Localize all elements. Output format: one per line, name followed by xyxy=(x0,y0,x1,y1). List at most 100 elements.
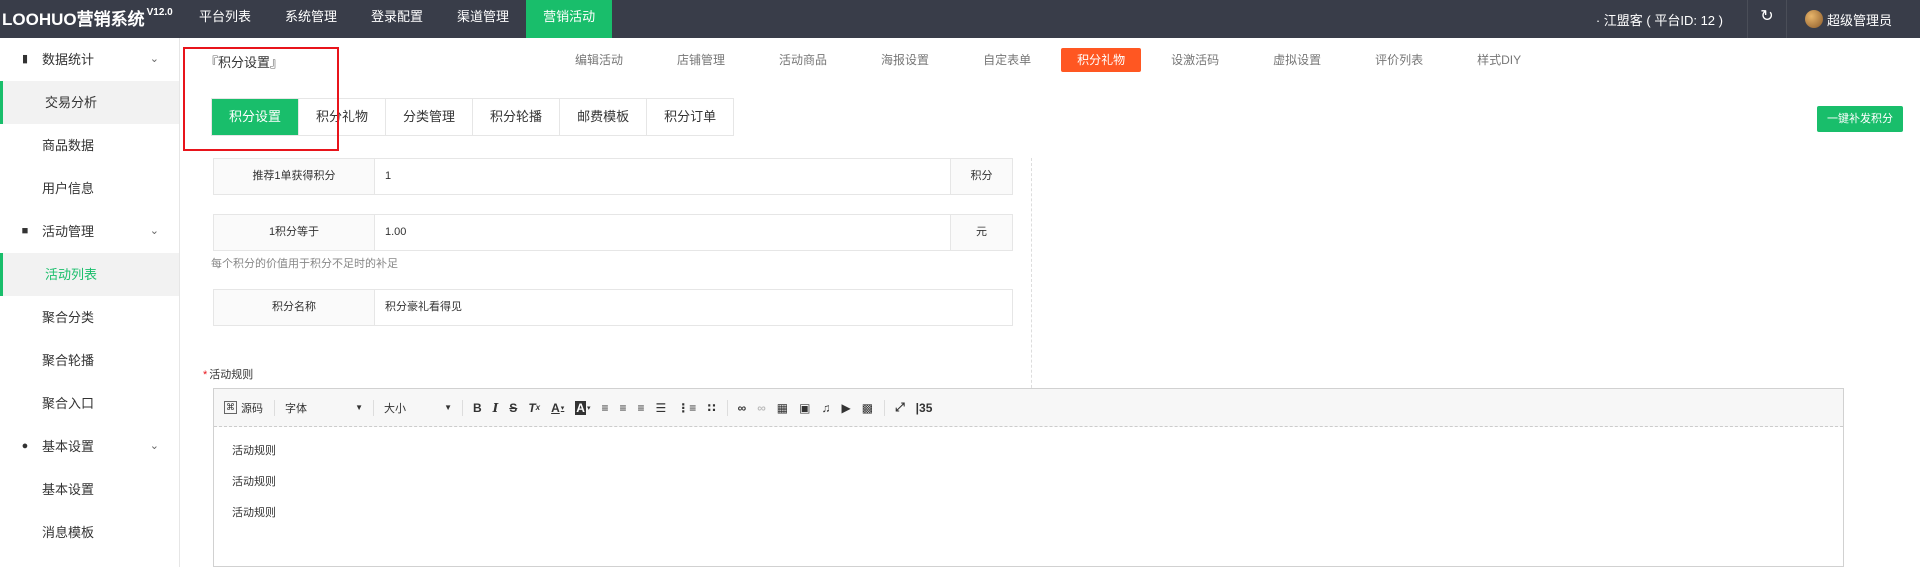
field-suffix: 元 xyxy=(950,215,1012,250)
sidebar-group-basic[interactable]: ● 基本设置 ⌄ xyxy=(0,425,179,468)
unlink-icon[interactable]: ∞ xyxy=(757,401,766,415)
divider xyxy=(1031,158,1032,403)
background-color-icon[interactable]: A ▾ xyxy=(575,400,590,415)
rule-label-text: 活动规则 xyxy=(209,369,254,381)
sidebar-group-stats[interactable]: ▮ 数据统计 ⌄ xyxy=(0,38,179,81)
chevron-down-icon: ⌄ xyxy=(149,225,159,237)
qrcode-icon[interactable]: ▩ xyxy=(862,401,873,415)
align-center-icon[interactable]: ≡ xyxy=(620,401,627,415)
text-color-icon[interactable]: A ▾ xyxy=(551,401,564,415)
field-referral-points: 推荐1单获得积分 1 积分 xyxy=(213,158,1013,195)
tab-points-orders[interactable]: 积分订单 xyxy=(647,99,733,135)
referral-points-input[interactable]: 1 xyxy=(375,159,950,194)
caret-down-icon: ▼ xyxy=(355,403,363,412)
align-left-icon[interactable]: ≡ xyxy=(601,401,608,415)
logo-text: LOOHUO营销系统 xyxy=(2,10,145,29)
font-select[interactable]: 字体 ▼ xyxy=(285,400,363,416)
editor-content[interactable]: 活动规则 活动规则 活动规则 xyxy=(214,427,1843,548)
image-icon[interactable]: ▣ xyxy=(799,401,810,415)
field-label: 1积分等于 xyxy=(214,215,375,250)
highlight-box xyxy=(183,47,339,151)
subnav-products[interactable]: 活动商品 xyxy=(755,48,851,72)
sidebar-item-basic-settings[interactable]: 基本设置 xyxy=(0,468,179,511)
caret-down-icon: ▼ xyxy=(444,403,452,412)
top-nav-marketing[interactable]: 营销活动 xyxy=(526,0,613,38)
rule-label: * 活动规则 xyxy=(203,366,253,382)
sidebar-item-agg-category[interactable]: 聚合分类 xyxy=(0,296,179,339)
gear-icon: ● xyxy=(21,440,29,452)
strikethrough-icon[interactable]: S xyxy=(509,401,517,415)
tab-shipping-template[interactable]: 邮费模板 xyxy=(560,99,648,135)
unordered-list-icon[interactable]: ∷ xyxy=(707,401,715,415)
sidebar-item-user-info[interactable]: 用户信息 xyxy=(0,167,179,210)
field-label: 推荐1单获得积分 xyxy=(214,159,375,194)
main-content: 『积分设置』 编辑活动 店铺管理 活动商品 海报设置 自定表单 积分礼物 设激活… xyxy=(181,38,1920,567)
app-logo: LOOHUO营销系统 V12.0 xyxy=(2,5,173,30)
user-name: 超级管理员 xyxy=(1826,12,1892,28)
toolbar-separator xyxy=(884,399,886,416)
point-value-input[interactable]: 1.00 xyxy=(375,215,950,250)
field-label: 积分名称 xyxy=(214,290,375,325)
sidebar-item-agg-carousel[interactable]: 聚合轮播 xyxy=(0,339,179,382)
align-right-icon[interactable]: ≡ xyxy=(638,401,645,415)
fullscreen-icon[interactable]: ⤢ xyxy=(895,400,905,415)
subnav-store[interactable]: 店铺管理 xyxy=(653,48,749,72)
required-star: * xyxy=(203,369,208,381)
subnav-style-diy[interactable]: 样式DIY xyxy=(1453,48,1545,72)
italic-icon[interactable]: I xyxy=(493,401,499,415)
field-hint: 每个积分的价值用于积分不足时的补足 xyxy=(211,258,398,270)
points-name-input[interactable]: 积分豪礼看得见 xyxy=(375,290,1012,325)
user-menu[interactable]: 超级管理员 xyxy=(1787,0,1920,38)
tab-points-carousel[interactable]: 积分轮播 xyxy=(473,99,561,135)
ordered-list-icon[interactable]: ⋮≡ xyxy=(677,401,696,415)
bar-chart-icon: ▮ xyxy=(21,53,29,65)
reissue-points-button[interactable]: 一键补发积分 xyxy=(1817,106,1903,132)
subnav-form[interactable]: 自定表单 xyxy=(959,48,1055,72)
top-nav-channel[interactable]: 渠道管理 xyxy=(440,0,526,38)
sidebar-item-agg-entry[interactable]: 聚合入口 xyxy=(0,382,179,425)
subnav-poster[interactable]: 海报设置 xyxy=(857,48,953,72)
sidebar-group-label: 基本设置 xyxy=(42,439,95,454)
tab-category[interactable]: 分类管理 xyxy=(386,99,474,135)
subnav-edit-activity[interactable]: 编辑活动 xyxy=(551,48,647,72)
size-select[interactable]: 大小 ▼ xyxy=(384,400,452,416)
editor-paragraph: 活动规则 xyxy=(232,507,276,519)
top-nav: 平台列表 系统管理 登录配置 渠道管理 营销活动 xyxy=(182,0,613,38)
link-icon[interactable]: ∞ xyxy=(738,401,747,415)
clear-format-icon[interactable]: Tx xyxy=(528,401,540,415)
chevron-down-icon: ⌄ xyxy=(149,440,159,452)
bold-icon[interactable]: B xyxy=(473,401,482,415)
sidebar: ▮ 数据统计 ⌄ 交易分析 商品数据 用户信息 ■ 活动管理 ⌄ 活动列表 聚合分类 聚… xyxy=(0,38,180,567)
subnav-reviews[interactable]: 评价列表 xyxy=(1351,48,1447,72)
org-info: · 江盟客 ( 平台ID: 12 ) xyxy=(1595,12,1723,28)
field-points-name: 积分名称 积分豪礼看得见 xyxy=(213,289,1013,326)
sidebar-item-activity-list[interactable]: 活动列表 xyxy=(0,253,179,296)
top-nav-platform-list[interactable]: 平台列表 xyxy=(182,0,268,38)
music-icon[interactable]: ♫ xyxy=(821,401,830,415)
table-icon[interactable]: ▦ xyxy=(777,401,788,415)
top-bar: LOOHUO营销系统 V12.0 平台列表 系统管理 登录配置 渠道管理 营销活动… xyxy=(0,0,1920,38)
subnav-activation-code[interactable]: 设激活码 xyxy=(1147,48,1243,72)
toolbar-separator xyxy=(373,399,374,416)
sidebar-item-product-data[interactable]: 商品数据 xyxy=(0,124,179,167)
refresh-icon[interactable]: ↻ xyxy=(1746,0,1787,38)
sidebar-group-activity[interactable]: ■ 活动管理 ⌄ xyxy=(0,210,179,253)
sidebar-group-label: 数据统计 xyxy=(42,52,95,67)
sidebar-item-message-template[interactable]: 消息模板 xyxy=(0,511,179,554)
top-nav-login-config[interactable]: 登录配置 xyxy=(354,0,440,38)
html-icon[interactable]: |35 xyxy=(916,401,933,415)
rich-text-editor: ⌘ 源码 字体 ▼ 大小 ▼ B I S Tx A ▾ A ▾ ≡ ≡ ≡ ☰ ⋮≡ ∷ … xyxy=(213,388,1844,567)
subnav-points-gift[interactable]: 积分礼物 xyxy=(1061,48,1142,72)
chevron-down-icon: ⌄ xyxy=(149,53,159,65)
source-button[interactable]: ⌘ 源码 xyxy=(224,400,263,416)
video-icon[interactable]: ▶ xyxy=(841,401,850,415)
subnav-virtual[interactable]: 虚拟设置 xyxy=(1249,48,1345,72)
activity-subnav: 编辑活动 店铺管理 活动商品 海报设置 自定表单 积分礼物 设激活码 虚拟设置 … xyxy=(545,48,1545,72)
sidebar-item-trade-analysis[interactable]: 交易分析 xyxy=(0,81,179,124)
align-justify-icon[interactable]: ☰ xyxy=(656,401,667,415)
toolbar-separator xyxy=(274,399,275,416)
editor-toolbar: ⌘ 源码 字体 ▼ 大小 ▼ B I S Tx A ▾ A ▾ ≡ ≡ ≡ ☰ ⋮≡ ∷ … xyxy=(214,389,1843,427)
top-nav-system[interactable]: 系统管理 xyxy=(268,0,354,38)
avatar xyxy=(1804,10,1823,28)
size-select-label: 大小 xyxy=(384,402,406,415)
